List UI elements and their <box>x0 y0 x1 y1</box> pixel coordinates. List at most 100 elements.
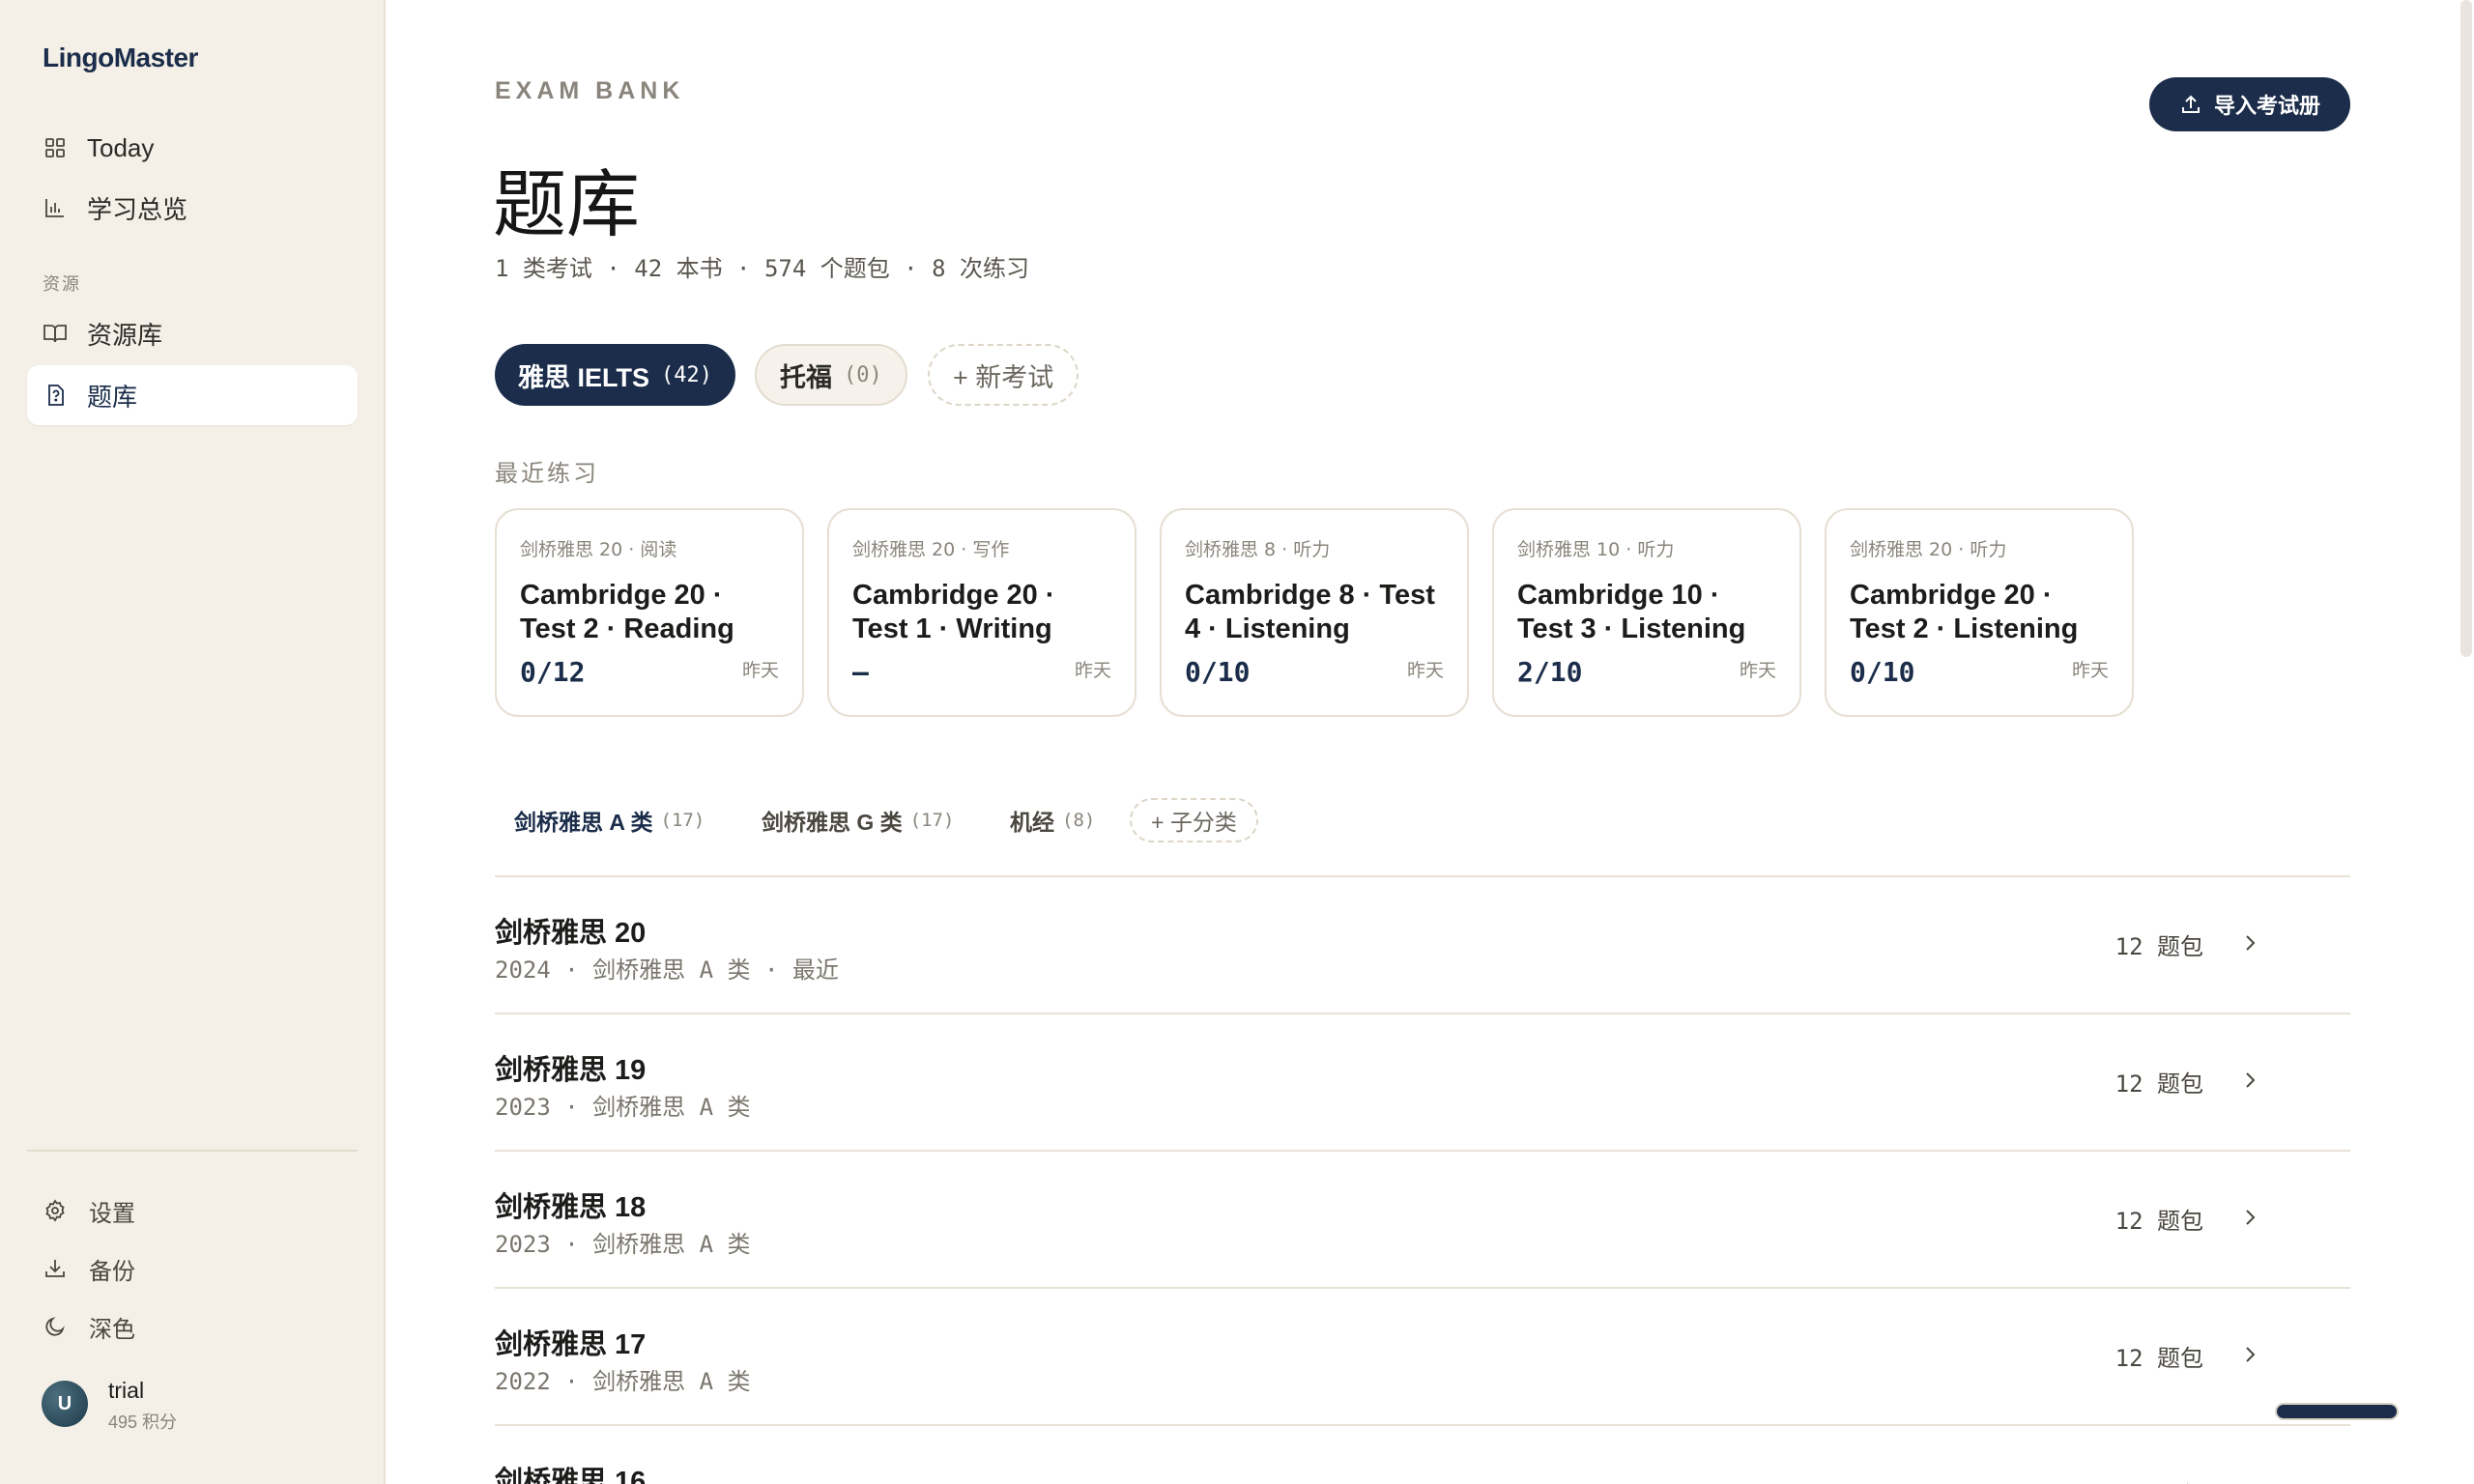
card-score: – <box>852 656 869 688</box>
footer-label: 设置 <box>89 1200 135 1227</box>
section-label: 资源 <box>43 274 81 294</box>
card-title: Cambridge 10 · Test 3 · Listening <box>1517 580 1746 644</box>
card-time: 昨天 <box>741 661 779 681</box>
import-exam-button[interactable]: 导入考试册 <box>2149 77 2350 131</box>
card-title: Cambridge 20 · Test 1 · Writing <box>852 580 1055 644</box>
card-score: 0/12 <box>520 656 586 688</box>
book-meta: 2024 · 剑桥雅思 A 类 · 最近 <box>495 956 839 984</box>
book-pack-count: 12 题包 <box>2114 1208 2203 1235</box>
recent-card[interactable]: 剑桥雅思 20 · 阅读 Cambridge 20 · Test 2 · Rea… <box>495 508 804 717</box>
footer-label: 深色 <box>89 1316 135 1343</box>
book-title: 剑桥雅思 19 <box>495 1055 647 1086</box>
card-meta: 剑桥雅思 20 · 听力 <box>1850 539 2007 560</box>
gear-icon <box>43 1198 68 1223</box>
card-meta: 剑桥雅思 8 · 听力 <box>1185 539 1331 560</box>
upload-icon <box>2179 93 2202 116</box>
recent-practice-label: 最近练习 <box>495 461 599 487</box>
card-meta: 剑桥雅思 20 · 阅读 <box>520 539 677 560</box>
sidebar-divider <box>27 1150 358 1152</box>
subtab-jijing[interactable]: 机经 (8) <box>1010 798 1095 842</box>
dark-mode-toggle[interactable]: 深色 <box>43 1305 135 1348</box>
book-meta: 2022 · 剑桥雅思 A 类 <box>495 1368 751 1395</box>
subtab-count: (8) <box>1062 810 1096 831</box>
avatar[interactable]: U <box>42 1381 88 1427</box>
settings-button[interactable]: 设置 <box>43 1189 135 1232</box>
user-name: trial <box>108 1378 145 1403</box>
nav-label: Today <box>87 132 155 162</box>
book-meta: 2023 · 剑桥雅思 A 类 <box>495 1094 751 1121</box>
subtab-label: 剑桥雅思 A 类 <box>514 810 653 835</box>
import-label: 导入考试册 <box>2213 94 2320 118</box>
user-points: 495 积分 <box>108 1413 178 1432</box>
book-row[interactable]: 剑桥雅思 16 12 题包 <box>495 1426 2350 1484</box>
card-title: Cambridge 8 · Test 4 · Listening <box>1185 580 1435 644</box>
footer-label: 备份 <box>89 1258 135 1285</box>
recent-card[interactable]: 剑桥雅思 20 · 听力 Cambridge 20 · Test 2 · Lis… <box>1825 508 2134 717</box>
card-time: 昨天 <box>1739 661 1776 681</box>
chevron-right-icon <box>2246 935 2256 951</box>
add-exam-button[interactable]: + 新考试 <box>928 344 1079 406</box>
book-pack-count: 12 题包 <box>2114 1070 2203 1098</box>
backup-button[interactable]: 备份 <box>43 1247 135 1290</box>
book-row[interactable]: 剑桥雅思 19 2023 · 剑桥雅思 A 类 12 题包 <box>495 1014 2350 1152</box>
book-row[interactable]: 剑桥雅思 20 2024 · 剑桥雅思 A 类 · 最近 12 题包 <box>495 877 2350 1014</box>
card-time: 昨天 <box>1074 661 1111 681</box>
page-title: 题库 <box>493 161 640 247</box>
bar-chart-icon <box>43 195 68 220</box>
book-pack-count: 12 题包 <box>2114 933 2203 960</box>
add-subcategory-label: + 子分类 <box>1151 810 1237 835</box>
chevron-right-icon <box>2246 1347 2256 1362</box>
recent-card[interactable]: 剑桥雅思 8 · 听力 Cambridge 8 · Test 4 · Liste… <box>1160 508 1469 717</box>
book-title: 剑桥雅思 20 <box>495 918 647 949</box>
sidebar: LingoMaster Today 学习总览 资源 资源库 题库 设置 备份 深… <box>0 0 386 1484</box>
book-title: 剑桥雅思 17 <box>495 1329 647 1360</box>
recent-card[interactable]: 剑桥雅思 10 · 听力 Cambridge 10 · Test 3 · Lis… <box>1492 508 1801 717</box>
exam-tab-ielts[interactable]: 雅思 IELTS (42) <box>495 344 735 406</box>
exam-tab-toefl[interactable]: 托福 (0) <box>755 344 907 406</box>
nav-item-today[interactable]: Today <box>27 118 358 178</box>
book-row[interactable]: 剑桥雅思 17 2022 · 剑桥雅思 A 类 12 题包 <box>495 1289 2350 1426</box>
grid-icon <box>43 135 68 160</box>
card-score: 0/10 <box>1850 656 1915 688</box>
page-stats: 1 类考试 · 42 本书 · 574 个题包 · 8 次练习 <box>495 255 1029 282</box>
book-meta: 2023 · 剑桥雅思 A 类 <box>495 1231 751 1258</box>
card-meta: 剑桥雅思 20 · 写作 <box>852 539 1010 560</box>
subtab-ielts-g[interactable]: 剑桥雅思 G 类 (17) <box>762 798 954 842</box>
exam-tab-label: 托福 <box>780 362 832 392</box>
page-eyebrow: EXAM BANK <box>495 77 685 104</box>
nav-item-resources[interactable]: 资源库 <box>27 303 358 363</box>
brand-logo[interactable]: LingoMaster <box>43 43 198 73</box>
book-row[interactable]: 剑桥雅思 18 2023 · 剑桥雅思 A 类 12 题包 <box>495 1152 2350 1289</box>
subtab-label: 剑桥雅思 G 类 <box>762 810 903 835</box>
card-time: 昨天 <box>1406 661 1444 681</box>
nav-label: 资源库 <box>87 320 163 350</box>
download-icon <box>43 1256 68 1281</box>
subtab-count: (17) <box>660 810 705 831</box>
scrollbar[interactable] <box>2460 0 2472 657</box>
nav-item-overview[interactable]: 学习总览 <box>27 178 358 238</box>
book-icon <box>43 321 68 346</box>
book-title: 剑桥雅思 18 <box>495 1192 647 1223</box>
card-title: Cambridge 20 · Test 2 · Listening <box>1850 580 2079 644</box>
floating-handle[interactable] <box>2275 1403 2399 1420</box>
book-pack-count: 12 题包 <box>2114 1345 2203 1372</box>
subtab-label: 机经 <box>1010 810 1054 835</box>
nav-label: 学习总览 <box>87 194 188 224</box>
exam-tab-count: (0) <box>844 362 882 387</box>
card-meta: 剑桥雅思 10 · 听力 <box>1517 539 1675 560</box>
card-score: 2/10 <box>1517 656 1583 688</box>
subtab-ielts-a[interactable]: 剑桥雅思 A 类 (17) <box>514 798 705 842</box>
question-icon <box>43 383 68 408</box>
nav-item-exam-bank[interactable]: 题库 <box>27 365 358 425</box>
chevron-right-icon <box>2246 1210 2256 1225</box>
card-score: 0/10 <box>1185 656 1251 688</box>
nav-label: 题库 <box>87 382 138 412</box>
subtab-count: (17) <box>909 810 955 831</box>
add-subcategory-button[interactable]: + 子分类 <box>1130 798 1258 842</box>
exam-tab-label: 雅思 IELTS <box>518 362 650 392</box>
chevron-right-icon <box>2238 1480 2261 1484</box>
card-title: Cambridge 20 · Test 2 · Reading <box>520 580 734 644</box>
recent-card[interactable]: 剑桥雅思 20 · 写作 Cambridge 20 · Test 1 · Wri… <box>827 508 1136 717</box>
chevron-right-icon <box>2246 1072 2256 1088</box>
add-exam-label: + 新考试 <box>953 362 1054 392</box>
